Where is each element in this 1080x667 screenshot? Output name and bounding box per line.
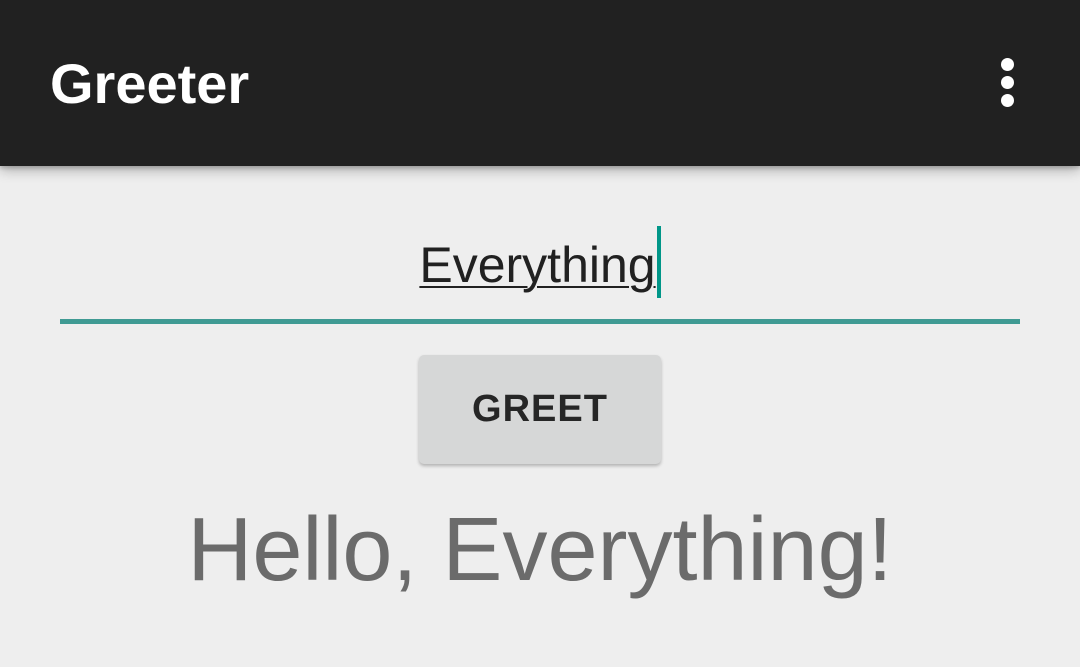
greet-button-label: GREET — [472, 388, 608, 430]
overflow-dot — [1001, 76, 1014, 89]
greeting-text: Hello, Everything! — [187, 500, 893, 600]
name-input-content: Everything — [60, 226, 1020, 300]
name-input[interactable]: Everything — [60, 216, 1020, 328]
overflow-dot — [1001, 94, 1014, 107]
text-cursor — [656, 226, 661, 298]
input-underline — [60, 319, 1020, 324]
greet-button[interactable]: GREET — [419, 355, 661, 464]
app-bar: Greeter — [0, 0, 1080, 166]
overflow-dot — [1001, 58, 1014, 71]
more-vert-icon[interactable] — [984, 50, 1032, 114]
app-title: Greeter — [50, 52, 250, 115]
name-input-value: Everything — [419, 237, 656, 293]
